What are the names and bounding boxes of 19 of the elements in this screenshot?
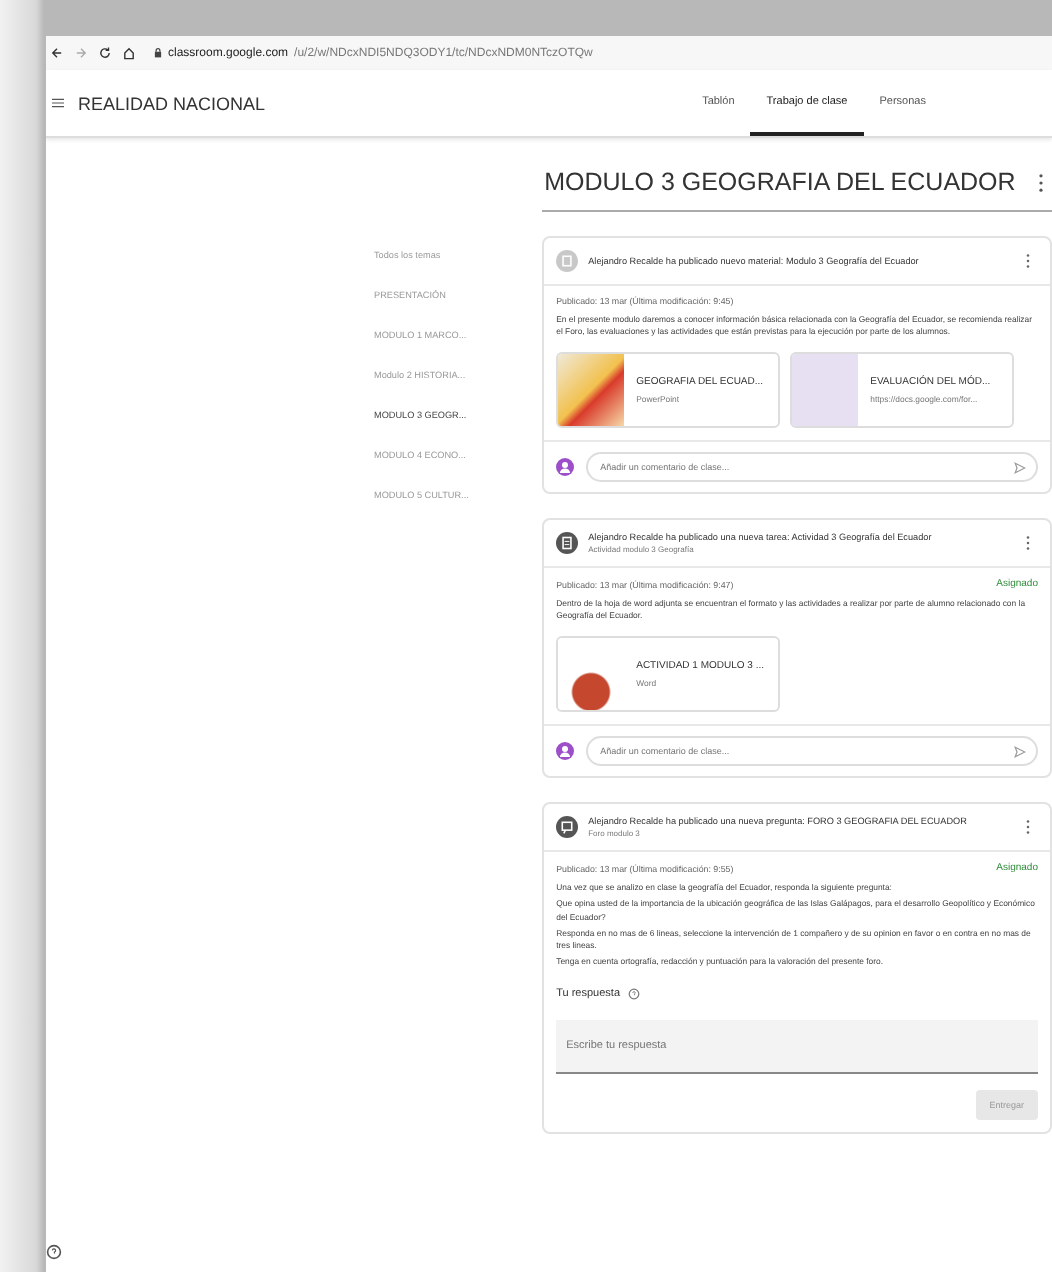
avatar-icon xyxy=(556,742,575,761)
avatar-icon xyxy=(556,458,575,477)
send-icon[interactable] xyxy=(1014,745,1026,758)
lock-icon xyxy=(154,48,162,58)
back-icon[interactable] xyxy=(50,46,64,60)
course-title: REALIDAD NACIONAL xyxy=(78,93,266,113)
help-icon[interactable] xyxy=(46,1244,62,1260)
topic-title: MODULO 3 GEOGRAFIA DEL ECUADOR xyxy=(544,168,1016,196)
material-icon xyxy=(556,250,579,272)
reload-icon[interactable] xyxy=(98,46,112,60)
question-icon xyxy=(556,816,579,839)
menu-icon[interactable] xyxy=(52,98,64,108)
assignment-icon xyxy=(556,532,579,555)
help-icon[interactable] xyxy=(628,987,641,1000)
send-icon[interactable] xyxy=(1014,461,1026,474)
home-icon[interactable] xyxy=(122,46,136,60)
slide-thumbnail xyxy=(558,354,625,427)
form-thumbnail xyxy=(792,354,859,427)
more-options-icon[interactable] xyxy=(1038,173,1044,191)
